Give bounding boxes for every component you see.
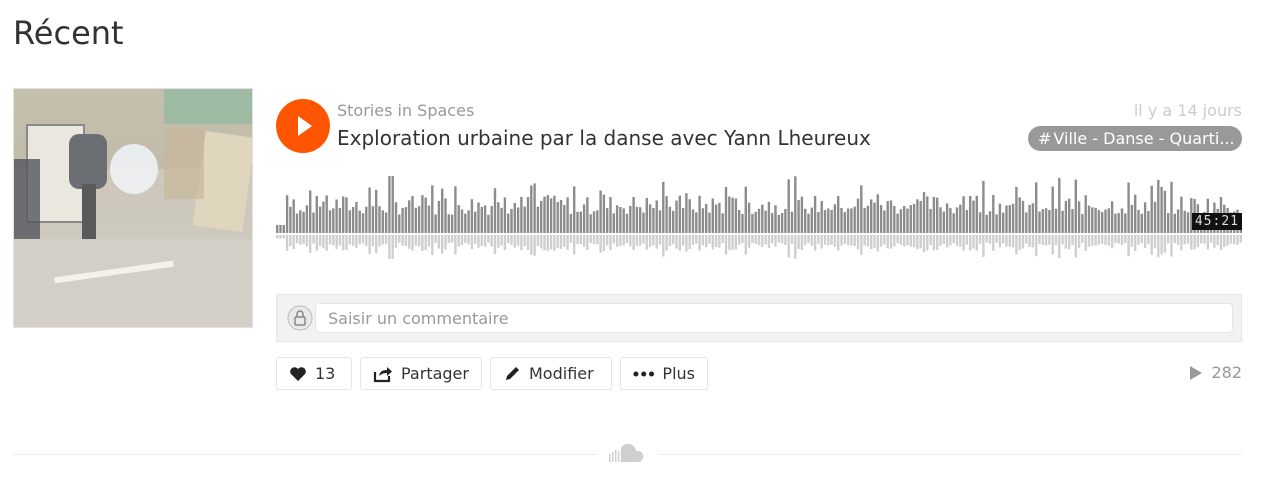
share-button[interactable]: Partager: [360, 357, 482, 390]
page-title: Récent: [13, 14, 124, 52]
heart-icon: [290, 366, 306, 381]
hash-icon: #: [1038, 129, 1052, 148]
comment-input[interactable]: [315, 303, 1233, 333]
like-count: 13: [315, 364, 336, 383]
divider: [658, 454, 1242, 455]
divider: [13, 454, 597, 455]
edit-label: Modifier: [529, 364, 594, 383]
share-icon: [373, 366, 392, 382]
waveform[interactable]: [276, 170, 1242, 265]
track-duration: 45:21: [1191, 213, 1242, 230]
uploader-link[interactable]: Stories in Spaces: [337, 101, 474, 120]
track-tag[interactable]: # Ville - Danse - Quarti...: [1028, 126, 1242, 151]
comment-form: [276, 294, 1242, 342]
play-icon: [298, 116, 312, 136]
more-button[interactable]: Plus: [620, 357, 708, 390]
play-count-value: 282: [1211, 363, 1242, 382]
waveform-bars: [276, 176, 1242, 259]
track-title[interactable]: Exploration urbaine par la danse avec Ya…: [337, 126, 871, 150]
like-button[interactable]: 13: [276, 357, 352, 390]
ellipsis-icon: [633, 370, 655, 377]
tag-label: Ville - Danse - Quarti...: [1053, 129, 1235, 148]
posted-time: il y a 14 jours: [1133, 101, 1242, 120]
play-button[interactable]: [276, 99, 330, 153]
pencil-icon: [506, 366, 519, 380]
more-label: Plus: [662, 364, 695, 383]
play-count-icon: [1190, 365, 1203, 380]
track-artwork[interactable]: [13, 88, 253, 328]
edit-button[interactable]: Modifier: [490, 357, 612, 390]
play-count: 282: [1189, 363, 1242, 382]
share-label: Partager: [401, 364, 469, 383]
user-avatar-icon: [287, 305, 313, 331]
soundcloud-cloud-icon: [609, 443, 644, 462]
